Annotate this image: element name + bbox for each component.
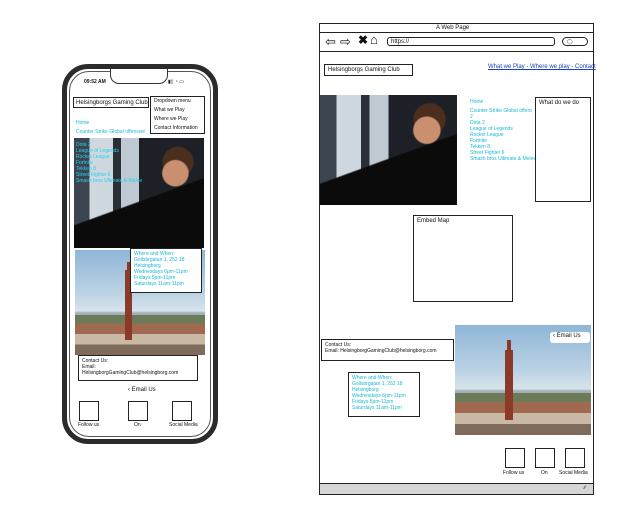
phone-social-icon-2[interactable] [128, 401, 148, 421]
chevron-left-icon: ‹ [553, 333, 555, 339]
desktop-email-us-button[interactable]: ‹ Email Us [550, 332, 590, 343]
game-item: Smash bros Ultimate & Melee [76, 178, 143, 184]
browser-status-bar [320, 483, 593, 494]
search-icon: ◯ [567, 39, 573, 45]
phone-footer-follow: Follow us [78, 422, 100, 428]
browser-toolbar-divider-2 [319, 51, 594, 52]
phone-footer-on: On [134, 422, 141, 428]
desktop-social-icon-2[interactable] [535, 448, 555, 468]
game-item: Smash bros Ultimate & Melee [470, 156, 537, 162]
close-icon[interactable]: ✖ [358, 33, 368, 47]
where-when-line: Saturdays 11am-11pm [352, 405, 402, 411]
phone-social-icon-3[interactable] [172, 401, 192, 421]
chevron-left-icon: ‹ [128, 387, 130, 393]
embed-map-label: Embed Map [417, 218, 450, 224]
what-we-do-label: What do we do [539, 100, 580, 106]
phone-site-title[interactable]: Helsingborgs Gaming Club [73, 97, 149, 108]
email-us-label: Email Us [131, 387, 156, 393]
home-icon[interactable]: ⌂ [370, 32, 378, 47]
desktop-contact-box: Contact Us: Email: HelsingborgGamingClub… [321, 339, 454, 361]
phone-games-line: Counter Strike Global offensive [76, 129, 146, 135]
phone-email-us-button[interactable]: ‹ Email Us [128, 387, 156, 394]
game-item: Counter Strike Global offensive [470, 108, 532, 114]
dropdown-item-where-we-play[interactable]: Where we Play [154, 116, 201, 122]
phone-home-link[interactable]: Home [76, 120, 89, 126]
embed-map-box[interactable]: Embed Map [413, 215, 513, 302]
desktop-games-list: Counter Strike Global offensive 2 Dota 2… [470, 108, 537, 162]
desktop-footer-on: On [541, 470, 548, 476]
search-box[interactable]: ◯ [562, 37, 588, 46]
desktop-nav-links[interactable]: What we Play - Where we play - Contact [488, 64, 596, 71]
phone-status-icons: ▮▯ ◔ ▭ [168, 79, 185, 85]
phone-side-button [213, 150, 217, 180]
address-bar[interactable]: https:// [387, 37, 555, 46]
forward-arrow-icon[interactable]: ⇨ [340, 34, 351, 50]
desktop-footer-social: Social Media [559, 470, 588, 476]
phone-dropdown-menu[interactable]: Dropdown menu What we Play Where we Play… [150, 96, 205, 134]
phone-notch [110, 69, 168, 84]
browser-title: A Web Page [436, 25, 470, 31]
dropdown-item-what-we-play[interactable]: What we Play [154, 107, 201, 113]
phone-games-list: Dota 2 League of Legends Rocket League F… [76, 142, 143, 184]
phone-status-time: 09:52 AM [84, 79, 106, 85]
phone-social-icon-1[interactable] [79, 401, 99, 421]
where-when-line: Saturdays 11am-11pm [134, 281, 184, 287]
desktop-site-title[interactable]: Helsingborgs Gaming Club [324, 64, 413, 76]
desktop-footer-follow: Follow us [503, 470, 525, 476]
phone-where-when-box: Where and When: Gollsbrgatan 1, 252 18 H… [130, 248, 202, 293]
desktop-gamer-photo [320, 95, 457, 205]
desktop-social-icon-1[interactable] [505, 448, 525, 468]
desktop-home-link[interactable]: Home [470, 99, 483, 105]
email-us-label: Email Us [556, 333, 581, 339]
desktop-where-when-box: Where and When: Gollsbrgatan 1, 252 18 H… [348, 372, 420, 417]
back-arrow-icon[interactable]: ⇦ [325, 34, 336, 50]
desktop-social-icon-3[interactable] [565, 448, 585, 468]
what-we-do-box: What do we do [535, 97, 591, 202]
address-bar-url: https:// [391, 39, 410, 45]
dropdown-item-contact[interactable]: Contact Information [154, 125, 201, 131]
contact-email[interactable]: Email: HelsingborgGamingClub@helsingborg… [325, 348, 450, 354]
resize-grip-icon[interactable]: ∕∕ [584, 485, 586, 491]
dropdown-item[interactable]: Dropdown menu [154, 98, 201, 104]
contact-email[interactable]: HelsingborgGamingClub@helsingborg.com [82, 370, 194, 376]
phone-footer-social: Social Media [169, 422, 198, 428]
phone-contact-box: Contact Us: Email: HelsingborgGamingClub… [78, 355, 198, 381]
